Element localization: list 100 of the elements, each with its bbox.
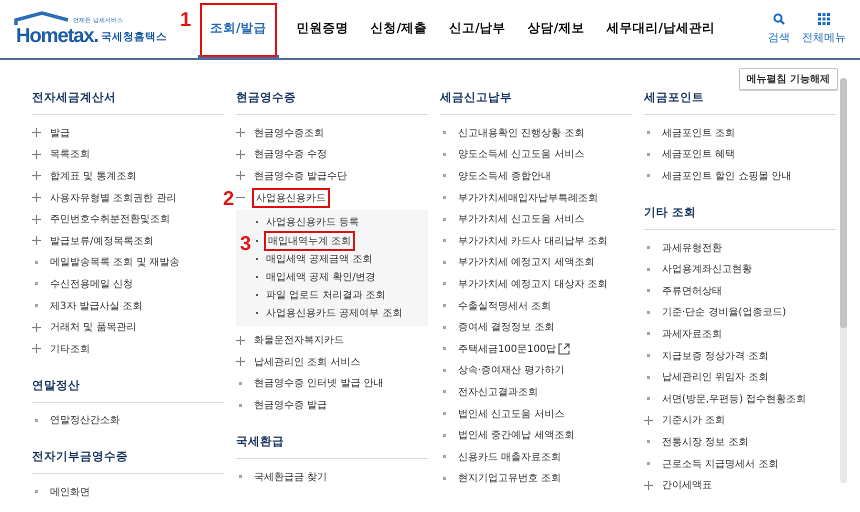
menu-link[interactable]: 제3자 발급사실 조회 <box>50 298 143 313</box>
menu-link[interactable]: 기준·단순 경비율(업종코드) <box>662 305 786 320</box>
menu-link[interactable]: 세금포인트 혜택 <box>662 147 736 162</box>
plus-icon <box>236 150 245 159</box>
submenu-link[interactable]: 매입내역누계 조회 <box>266 232 354 249</box>
menu-link[interactable]: 근로소득 지급명세서 조회 <box>662 456 778 471</box>
plus-icon <box>32 128 41 138</box>
plus-icon <box>32 193 41 202</box>
menu-link[interactable]: 사업용계좌신고현황 <box>662 262 752 276</box>
menu-link[interactable]: 현금영수증조회 <box>254 126 324 140</box>
bullet-icon <box>239 382 242 385</box>
house-logo-icon <box>14 11 70 25</box>
menu-link[interactable]: 주류면허상태 <box>662 284 722 298</box>
bullet-icon <box>647 268 650 271</box>
logo-name: 국세청홈택스 <box>101 30 168 44</box>
bullet-icon <box>443 326 446 329</box>
menu-link[interactable]: 발급 <box>50 126 70 140</box>
menu-link[interactable]: 증여세 결정정보 조회 <box>458 320 554 334</box>
bullet-icon <box>647 152 650 156</box>
menu-link[interactable]: 현금영수증 인터넷 발급 안내 <box>254 376 384 390</box>
submenu-link[interactable]: 사업용신용카드 등록 <box>266 215 360 230</box>
menu-link[interactable]: 메인화면 <box>50 484 90 499</box>
menu-link[interactable]: 납세관리인 위임자 조회 <box>662 370 768 384</box>
menu-link[interactable]: 부가가치세 신고도움 서비스 <box>458 212 584 226</box>
menu-link[interactable]: 현금영수증 발급수단 <box>254 168 348 183</box>
menu-link[interactable]: 신용카드 매출자료조회 <box>458 450 562 464</box>
menu-link[interactable]: 부가가치세 예정고지 세액조회 <box>458 255 594 270</box>
plus-icon <box>236 128 245 138</box>
bullet-icon <box>647 332 650 336</box>
menu-link[interactable]: 세금포인트 할인 쇼핑몰 안내 <box>662 168 792 183</box>
menu-link[interactable]: 발급보류/예정목록조회 <box>50 234 154 248</box>
scrollbar-thumb[interactable] <box>840 78 847 328</box>
menu-link[interactable]: 현금영수증 수정 <box>254 147 328 162</box>
menu-link[interactable]: 현지기업고유번호 조회 <box>458 471 562 486</box>
bullet-icon <box>647 131 650 134</box>
menu-link[interactable]: 간이세액표 <box>662 478 712 492</box>
menu-link[interactable]: 합계표 및 통계조회 <box>50 168 136 183</box>
nav-tab[interactable]: 조회/발급 <box>198 1 279 59</box>
menu-link[interactable]: 현금영수증 발급 <box>254 398 328 412</box>
bullet-icon <box>647 310 650 314</box>
menu-link[interactable]: 양도소득세 신고도움 서비스 <box>458 147 584 162</box>
menu-link[interactable]: 수신전용메일 신청 <box>50 276 134 291</box>
menu-link[interactable]: 거래처 및 품목관리 <box>50 320 136 334</box>
menu-link[interactable]: 서면(방문,우편등) 접수현황조회 <box>662 392 806 406</box>
menu-link[interactable]: 법인세 중간예납 세액조회 <box>458 428 574 442</box>
menu-link[interactable]: 주민번호수취분전환및조회 <box>50 212 170 226</box>
menu-link[interactable]: 납세관리인 조회 서비스 <box>254 354 360 369</box>
menu-link[interactable]: 연말정산간소화 <box>50 413 120 428</box>
menu-link[interactable]: 사업용신용카드 <box>254 190 328 206</box>
plus-icon <box>236 357 245 366</box>
menu-link[interactable]: 기준시가 조회 <box>662 413 726 428</box>
menu-link[interactable]: 기타조회 <box>50 342 90 356</box>
menu-link[interactable]: 상속·증여재산 평가하기 <box>458 363 564 378</box>
menu-link[interactable]: 화물운전자복지카드 <box>254 333 344 348</box>
menu-link[interactable]: 주택세금100문100답 <box>458 342 556 356</box>
menu-link[interactable]: 부가가치세 카드사 대리납부 조회 <box>458 234 608 248</box>
bullet-icon <box>35 282 38 286</box>
menu-link[interactable]: 메일발송목록 조회 및 재발송 <box>50 255 180 270</box>
nav-tab[interactable]: 신청/제출 <box>366 1 432 59</box>
menu-link[interactable]: 과세유형전환 <box>662 240 722 255</box>
menu-link[interactable]: 과세자료조회 <box>662 326 722 341</box>
submenu-link[interactable]: 매입세액 공제금액 조회 <box>266 252 372 266</box>
bullet-icon <box>35 260 38 264</box>
section-title: 전자세금계산서 <box>32 90 224 115</box>
nav-tab[interactable]: 민원증명 <box>292 1 353 59</box>
bullet-icon <box>647 462 650 466</box>
menu-link[interactable]: 신고내용확인 진행상황 조회 <box>458 126 584 140</box>
menu-link[interactable]: 전자신고결과조회 <box>458 384 538 399</box>
menu-link[interactable]: 양도소득세 종합안내 <box>458 168 552 183</box>
menu-link[interactable]: 부가가치세매입자납부특례조회 <box>458 190 598 205</box>
nav-tab[interactable]: 상담/제보 <box>524 1 588 59</box>
bullet-icon <box>647 289 650 292</box>
bullet-icon <box>443 412 446 416</box>
plus-icon <box>32 150 41 159</box>
nav-tab[interactable]: 신고/납부 <box>445 1 510 59</box>
menu-link[interactable]: 목록조회 <box>50 147 90 162</box>
bullet-icon <box>443 174 446 178</box>
section-title: 국세환급 <box>236 434 428 459</box>
menu-expand-toggle-button[interactable]: 메뉴펼침 기능해제 <box>738 68 838 90</box>
bullet-icon <box>443 304 446 308</box>
bullet-icon <box>239 404 242 407</box>
bullet-icon <box>443 152 446 156</box>
nav-tab[interactable]: 세무대리/납세관리 <box>602 1 719 59</box>
menu-link[interactable]: 사용자유형별 조회권한 관리 <box>50 190 176 205</box>
menu-link[interactable]: 법인세 신고도움 서비스 <box>458 406 564 421</box>
menu-link[interactable]: 국세환급금 찾기 <box>254 470 328 484</box>
menu-link[interactable]: 전통시장 정보 조회 <box>662 434 748 449</box>
submenu-link[interactable]: 매입세액 공제 확인/변경 <box>266 270 376 284</box>
bullet-icon <box>647 174 650 178</box>
all-menu-button[interactable]: 전체메뉴 <box>802 13 846 45</box>
menu-link[interactable]: 부가가치세 예정고지 대상자 조회 <box>458 276 608 291</box>
bullet-icon <box>35 418 38 422</box>
menu-link[interactable]: 수출실적명세서 조회 <box>458 298 552 313</box>
bullet-icon <box>647 376 650 379</box>
submenu-link[interactable]: 파일 업로드 처리결과 조회 <box>266 288 386 302</box>
menu-link[interactable]: 지급보증 정상가격 조회 <box>662 348 768 363</box>
search-icon <box>773 13 785 25</box>
menu-link[interactable]: 세금포인트 조회 <box>662 126 736 140</box>
search-button[interactable]: 검색 <box>768 13 790 45</box>
submenu-link[interactable]: 사업용신용카드 공제여부 조회 <box>266 306 402 320</box>
